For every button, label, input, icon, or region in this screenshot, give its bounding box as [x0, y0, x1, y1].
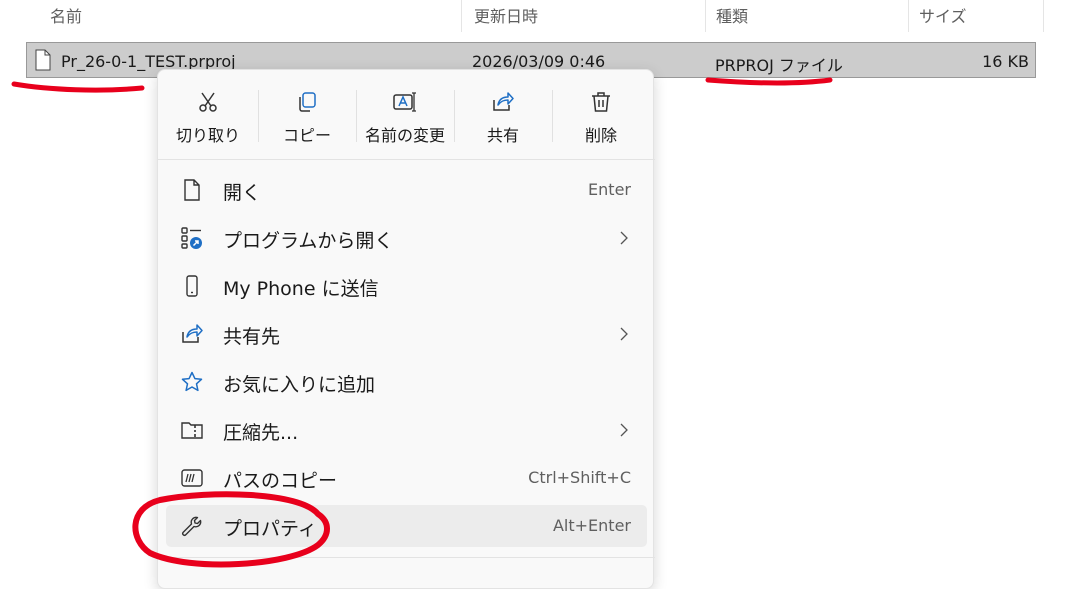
- menu-item-compress-to[interactable]: 圧縮先...: [166, 409, 647, 451]
- menu-item-label: プログラムから開く: [223, 230, 394, 252]
- column-divider[interactable]: [461, 0, 462, 32]
- chevron-right-icon: [620, 423, 628, 437]
- copy-path-icon: [181, 469, 203, 487]
- underline-annotation: [705, 77, 833, 86]
- zip-folder-icon: [181, 422, 203, 439]
- scissors-icon: [199, 92, 217, 112]
- wrench-icon: [182, 516, 202, 536]
- open-with-icon: [181, 227, 202, 249]
- menu-item-label: My Phone に送信: [223, 278, 379, 300]
- menu-item-share-to[interactable]: 共有先: [166, 313, 647, 355]
- quick-actions-bar: 切り取り コピー 名前の変更 共有 削除: [158, 70, 655, 160]
- copy-icon: [299, 92, 316, 112]
- shortcut-text: Alt+Enter: [552, 516, 631, 535]
- rename-icon: [393, 92, 416, 112]
- share-icon: [493, 92, 514, 111]
- copy-button[interactable]: コピー: [259, 84, 355, 154]
- column-type[interactable]: 種類: [716, 3, 748, 27]
- share-button[interactable]: 共有: [455, 84, 551, 154]
- column-divider[interactable]: [705, 0, 706, 32]
- underline-annotation: [11, 81, 145, 93]
- menu-item-properties[interactable]: プロパティ Alt+Enter: [166, 505, 647, 547]
- document-icon: [184, 179, 200, 201]
- phone-icon: [186, 275, 198, 297]
- rename-label: 名前の変更: [364, 126, 445, 145]
- column-divider[interactable]: [1043, 0, 1044, 32]
- menu-item-open-with[interactable]: プログラムから開く: [166, 217, 647, 259]
- trash-icon: [592, 92, 610, 112]
- column-header: 名前 更新日時 種類 サイズ: [0, 0, 1088, 34]
- menu-item-label: 開く: [223, 182, 262, 204]
- share-icon: [182, 324, 203, 343]
- file-type: PRPROJ ファイル: [715, 56, 843, 75]
- column-size[interactable]: サイズ: [919, 3, 967, 27]
- menu-item-send-to-phone[interactable]: My Phone に送信: [166, 265, 647, 307]
- share-label: 共有: [486, 126, 519, 145]
- delete-label: 削除: [584, 126, 617, 145]
- rename-button[interactable]: 名前の変更: [357, 84, 453, 154]
- file-icon: [35, 49, 51, 71]
- context-menu: 切り取り コピー 名前の変更 共有 削除 開く Enter プログラムから開く …: [157, 69, 655, 589]
- chevron-right-icon: [620, 327, 628, 341]
- menu-item-copy-path[interactable]: パスのコピー Ctrl+Shift+C: [166, 457, 647, 499]
- menu-item-open[interactable]: 開く Enter: [166, 169, 647, 211]
- star-icon: [181, 371, 203, 392]
- file-size: 16 KB: [982, 52, 1029, 71]
- menu-item-label: お気に入りに追加: [223, 374, 376, 396]
- menu-divider: [158, 159, 655, 160]
- menu-divider: [158, 557, 655, 558]
- shortcut-text: Enter: [588, 180, 631, 199]
- menu-item-label: 圧縮先...: [223, 422, 299, 444]
- menu-item-add-favorite[interactable]: お気に入りに追加: [166, 361, 647, 403]
- column-modified[interactable]: 更新日時: [474, 3, 538, 27]
- column-name[interactable]: 名前: [50, 3, 82, 27]
- chevron-right-icon: [620, 231, 628, 245]
- menu-item-label: 共有先: [223, 326, 281, 348]
- copy-label: コピー: [282, 126, 331, 145]
- delete-button[interactable]: 削除: [553, 84, 649, 154]
- menu-item-label: プロパティ: [223, 518, 317, 540]
- shortcut-text: Ctrl+Shift+C: [528, 468, 631, 487]
- cut-label: 切り取り: [175, 126, 240, 145]
- column-divider[interactable]: [908, 0, 909, 32]
- cut-button[interactable]: 切り取り: [160, 84, 256, 154]
- menu-item-label: パスのコピー: [223, 470, 338, 492]
